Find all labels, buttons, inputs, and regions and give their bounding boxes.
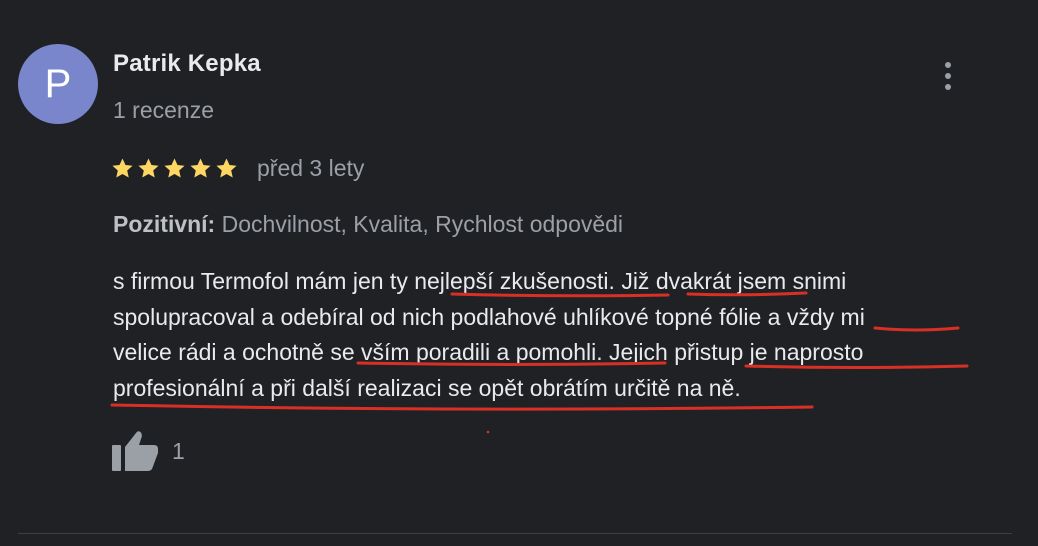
review-text-line: spolupracoval a odebíral od nich podlaho… <box>113 303 865 330</box>
more-options-button[interactable] <box>932 58 964 94</box>
avatar-initial: P <box>44 61 72 106</box>
like-count: 1 <box>172 437 185 464</box>
rating-row: před 3 lety <box>111 155 364 182</box>
star-icon <box>190 158 211 178</box>
divider <box>18 533 1012 534</box>
avatar[interactable]: P <box>18 44 98 124</box>
review-card: P Patrik Kepka 1 recenze před 3 lety Poz… <box>0 0 1038 546</box>
annotation-dot <box>486 430 490 434</box>
review-attributes: Pozitivní: Dochvilnost, Kvalita, Rychlos… <box>113 211 623 238</box>
attributes-value: Dochvilnost, Kvalita, Rychlost odpovědi <box>221 211 624 237</box>
more-vert-icon-dot <box>945 73 951 79</box>
author-name[interactable]: Patrik Kepka <box>113 50 261 78</box>
review-text-line: s firmou Termofol mám jen ty nejlepší zk… <box>113 268 847 294</box>
like-row: 1 <box>112 429 185 473</box>
review-date: před 3 lety <box>257 155 365 181</box>
star-icon <box>112 158 133 178</box>
more-vert-icon <box>945 62 951 68</box>
attributes-label: Pozitivní: <box>113 211 216 237</box>
author-review-count[interactable]: 1 recenze <box>113 97 214 124</box>
review-text: s firmou Termofol mám jen ty nejlepší zk… <box>113 264 993 406</box>
more-vert-icon-dot <box>945 84 951 90</box>
star-rating <box>111 157 238 180</box>
thumb-up-icon[interactable] <box>112 429 158 473</box>
star-icon <box>138 158 159 178</box>
star-icon <box>164 158 185 178</box>
review-text-line: profesionální a při další realizaci se o… <box>113 374 741 401</box>
star-icon <box>216 158 237 178</box>
review-text-line: velice rádi a ochotně se vším poradili a… <box>113 339 864 365</box>
